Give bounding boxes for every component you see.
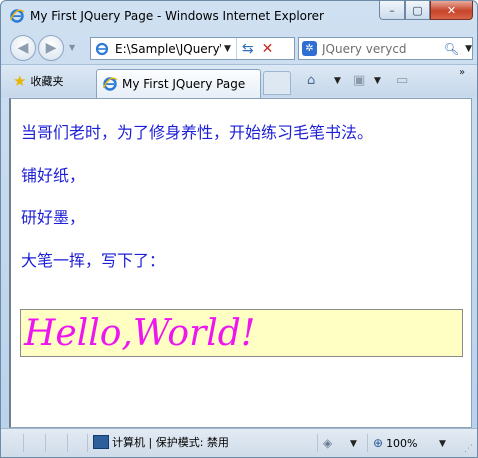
- title-bar[interactable]: My First JQuery Page - Windows Internet …: [1, 1, 477, 31]
- address-bar[interactable]: E:\Sample\JQuery\ ▼ ⇆ ✕: [90, 37, 295, 60]
- zoom-icon: ⊕: [373, 436, 384, 450]
- status-divider: [23, 434, 24, 452]
- refresh-icon[interactable]: ⇆: [242, 41, 254, 57]
- close-button[interactable]: ✕: [430, 1, 473, 20]
- stop-icon[interactable]: ✕: [262, 41, 274, 57]
- maximize-icon: ▢: [412, 3, 423, 17]
- minimize-icon: –: [389, 3, 395, 17]
- address-dropdown-icon[interactable]: ▼: [224, 44, 231, 54]
- search-provider-icon: ✲: [302, 41, 317, 56]
- search-options-dropdown-icon[interactable]: ▼: [465, 44, 472, 54]
- favorites-button[interactable]: ★ 收藏夹: [13, 71, 63, 91]
- page-content: 当哥们老时，为了修身养性，开始练习毛笔书法。 铺好纸， 研好墨， 大笔一挥，写下…: [9, 98, 472, 428]
- search-input[interactable]: JQuery verycd: [322, 42, 442, 56]
- address-toolbar: ◀ ▶ ▼ E:\Sample\JQuery\ ▼ ⇆ ✕ ✲ JQuery v…: [1, 31, 477, 64]
- status-bar: 计算机 | 保护模式: 禁用 ◈ ▼ ⊕ 100% ▼ ⋰: [1, 428, 477, 457]
- internet-explorer-icon: [9, 9, 25, 23]
- new-tab-button[interactable]: [263, 71, 291, 95]
- zoom-dropdown-icon[interactable]: ▼: [439, 439, 446, 449]
- recent-pages-dropdown-icon[interactable]: ▼: [69, 43, 75, 52]
- magnifier-icon[interactable]: 🔍︎: [444, 42, 459, 56]
- page-icon: [95, 42, 109, 55]
- star-icon: ★: [13, 72, 27, 90]
- forward-button[interactable]: ▶: [38, 35, 64, 61]
- address-input[interactable]: E:\Sample\JQuery\: [115, 42, 221, 56]
- status-divider: [67, 434, 68, 452]
- tab-title: My First JQuery Page: [122, 77, 246, 91]
- home-icon[interactable]: ⌂: [307, 73, 315, 88]
- favorites-label: 收藏夹: [30, 75, 64, 88]
- tab-active[interactable]: My First JQuery Page: [96, 69, 261, 98]
- paragraph-2: 铺好纸，: [21, 166, 86, 185]
- tab-bar: ★ 收藏夹 My First JQuery Page ⌂ ▼ ▣ ▼ ▭ »: [1, 64, 477, 98]
- addons-dropdown-icon[interactable]: ▼: [350, 439, 357, 449]
- forward-arrow-icon: ▶: [45, 40, 57, 56]
- resize-grip-icon[interactable]: ⋰: [464, 444, 473, 454]
- paragraph-1: 当哥们老时，为了修身养性，开始练习毛笔书法。: [21, 123, 374, 142]
- minimize-button[interactable]: –: [379, 1, 405, 20]
- close-icon: ✕: [446, 3, 457, 17]
- zoom-control[interactable]: ⊕ 100%: [373, 436, 418, 450]
- status-divider: [45, 434, 46, 452]
- more-commands-icon[interactable]: »: [459, 67, 465, 78]
- address-divider: [235, 38, 237, 59]
- status-divider: [367, 434, 368, 452]
- security-zone[interactable]: 计算机 | 保护模式: 禁用: [93, 434, 229, 450]
- paragraph-3: 研好墨，: [21, 208, 86, 227]
- computer-zone-icon: [93, 435, 109, 449]
- print-icon[interactable]: ▭: [396, 73, 408, 88]
- feeds-dropdown-icon[interactable]: ▼: [374, 76, 381, 86]
- hello-world-box: Hello,World!: [20, 309, 463, 357]
- back-arrow-icon: ◀: [17, 40, 29, 56]
- status-divider: [87, 434, 88, 452]
- browser-window: My First JQuery Page - Windows Internet …: [0, 0, 478, 458]
- window-controls: – ▢ ✕: [379, 1, 473, 20]
- feeds-icon[interactable]: ▣: [353, 73, 365, 88]
- addons-icon[interactable]: ◈: [323, 436, 332, 450]
- hello-world-text: Hello,World!: [24, 312, 256, 354]
- maximize-button[interactable]: ▢: [405, 1, 430, 20]
- back-button[interactable]: ◀: [10, 35, 36, 61]
- search-box[interactable]: ✲ JQuery verycd 🔍︎ ▼: [298, 37, 473, 60]
- zone-text: 计算机 | 保护模式: 禁用: [112, 436, 229, 449]
- window-title: My First JQuery Page - Windows Internet …: [30, 9, 324, 23]
- status-divider: [317, 434, 318, 452]
- zoom-level: 100%: [386, 436, 418, 450]
- internet-explorer-icon: [102, 77, 118, 91]
- paragraph-4: 大笔一挥，写下了：: [21, 251, 166, 270]
- home-dropdown-icon[interactable]: ▼: [334, 76, 341, 86]
